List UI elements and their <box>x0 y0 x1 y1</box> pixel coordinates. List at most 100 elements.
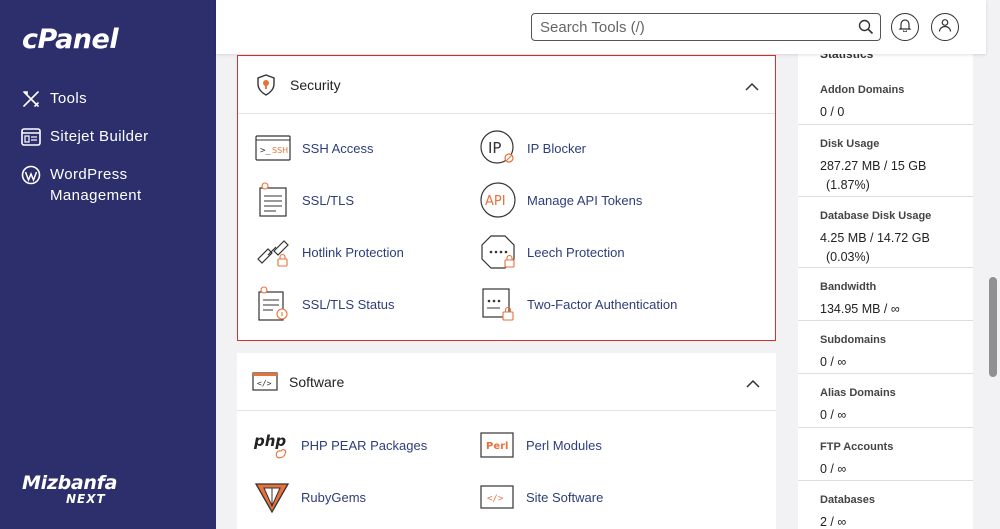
tool-php-pear[interactable]: php PHP PEAR Packages <box>253 426 427 464</box>
stat-label: Alias Domains <box>820 387 896 399</box>
panel-title: Security <box>290 76 341 93</box>
leech-icon <box>479 233 517 271</box>
stat-label: Addon Domains <box>820 84 905 96</box>
top-header <box>216 0 986 54</box>
tool-label: SSL/TLS <box>302 192 355 208</box>
shield-icon <box>253 72 279 98</box>
software-panel: </> Software php PHP PEAR Packages Perl … <box>237 353 776 529</box>
stat-label: FTP Accounts <box>820 441 894 453</box>
tool-label: Manage API Tokens <box>527 192 643 208</box>
stat-value: 134.95 MB / ∞ <box>820 302 900 316</box>
statistics-panel: Statistics Addon Domains 0 / 0 Disk Usag… <box>798 30 973 529</box>
software-panel-header[interactable]: </> Software <box>237 353 776 411</box>
tool-label: SSL/TLS Status <box>302 296 395 312</box>
svg-text:php: php <box>253 432 286 450</box>
tools-icon <box>20 88 42 110</box>
brand-line2: NEXT <box>66 492 106 506</box>
wordpress-icon <box>20 164 42 186</box>
tool-site-software[interactable]: </> Site Software <box>478 478 603 516</box>
tool-ssh-access[interactable]: >_ SSH SSH Access <box>254 129 374 167</box>
api-icon: API <box>479 181 517 219</box>
svg-text:</>: </> <box>257 379 272 388</box>
stat-value: 2 / ∞ <box>820 515 847 529</box>
stat-databases: Databases 2 / ∞ <box>798 480 973 529</box>
stat-value: 0 / ∞ <box>820 462 847 476</box>
tool-label: Perl Modules <box>526 437 602 453</box>
sidebar-item-label: WordPress Management <box>50 166 142 204</box>
panel-title: Software <box>289 373 345 390</box>
ssl-tls-icon <box>254 181 292 219</box>
sitejet-icon <box>20 126 42 148</box>
sidebar-item-wordpress[interactable]: WordPress Management <box>20 160 210 210</box>
brand-line1: Mizbanfa <box>22 472 118 494</box>
chevron-up-icon[interactable] <box>746 375 760 393</box>
stat-value: 4.25 MB / 14.72 GB <box>820 231 930 245</box>
tool-label: PHP PEAR Packages <box>301 437 428 453</box>
sidebar: cPanel Tools Sitejet Builder WordPress M… <box>0 0 216 529</box>
bell-icon <box>898 18 912 37</box>
stat-label: Databases <box>820 494 876 506</box>
user-icon <box>938 18 952 37</box>
stat-value: 287.27 MB / 15 GB <box>820 159 927 173</box>
php-icon: php <box>253 426 291 464</box>
tool-label: Two-Factor Authentication <box>527 296 678 312</box>
sidebar-item-sitejet[interactable]: Sitejet Builder <box>20 122 210 152</box>
tool-label: Site Software <box>526 489 604 505</box>
code-window-icon: </> <box>252 369 278 395</box>
scrollbar-thumb[interactable] <box>989 277 997 377</box>
stat-disk-usage: Disk Usage 287.27 MB / 15 GB (1.87%) <box>798 124 973 194</box>
ruby-icon <box>253 478 291 516</box>
stat-label: Bandwidth <box>820 281 877 293</box>
search-box <box>531 13 881 41</box>
security-panel-header[interactable]: Security <box>238 56 775 114</box>
stat-value: 0 / ∞ <box>820 408 847 422</box>
stat-addon-domains: Addon Domains 0 / 0 <box>798 71 973 122</box>
tool-label: Leech Protection <box>527 244 625 260</box>
stat-percent: (1.87%) <box>826 178 870 192</box>
stat-label: Database Disk Usage <box>820 210 932 222</box>
tool-perl-modules[interactable]: Perl Perl Modules <box>478 426 602 464</box>
search-icon[interactable] <box>858 19 874 40</box>
stat-alias-domains: Alias Domains 0 / ∞ <box>798 373 973 425</box>
security-panel: Security >_ SSH SSH Access IP IP Blocker … <box>237 55 776 341</box>
hotlink-icon <box>254 233 292 271</box>
tool-manage-api-tokens[interactable]: API Manage API Tokens <box>479 181 642 219</box>
tool-rubygems[interactable]: RubyGems <box>253 478 366 516</box>
svg-text:API: API <box>485 194 506 209</box>
stat-percent: (0.03%) <box>826 250 870 264</box>
stat-label: Subdomains <box>820 334 887 346</box>
tool-two-factor-auth[interactable]: Two-Factor Authentication <box>479 285 677 323</box>
svg-text:SSH: SSH <box>272 146 288 155</box>
stat-subdomains: Subdomains 0 / ∞ <box>798 320 973 372</box>
user-menu-button[interactable] <box>931 13 959 41</box>
tool-label: SSH Access <box>302 140 374 156</box>
stat-value: 0 / ∞ <box>820 355 847 369</box>
tool-ssl-tls[interactable]: SSL/TLS <box>254 181 354 219</box>
sidebar-item-tools[interactable]: Tools <box>20 84 210 114</box>
notifications-button[interactable] <box>891 13 919 41</box>
stat-ftp-accounts: FTP Accounts 0 / ∞ <box>798 427 973 479</box>
tool-label: IP Blocker <box>527 140 587 156</box>
svg-text:IP: IP <box>488 139 501 157</box>
search-input[interactable] <box>532 14 842 40</box>
ssh-icon: >_ SSH <box>254 129 292 167</box>
sidebar-item-label: Sitejet Builder <box>50 128 149 145</box>
stat-label: Disk Usage <box>820 138 880 150</box>
chevron-up-icon[interactable] <box>745 78 759 96</box>
tool-label: Hotlink Protection <box>302 244 404 260</box>
tool-leech-protection[interactable]: Leech Protection <box>479 233 625 271</box>
sidebar-item-label: Tools <box>50 90 88 107</box>
cpanel-logo[interactable]: cPanel <box>22 24 119 55</box>
perl-icon: Perl <box>478 426 516 464</box>
tool-ip-blocker[interactable]: IP IP Blocker <box>479 129 586 167</box>
stat-value: 0 / 0 <box>820 105 845 119</box>
two-factor-icon <box>479 285 517 323</box>
tool-ssl-tls-status[interactable]: SSL/TLS Status <box>254 285 395 323</box>
tool-hotlink-protection[interactable]: Hotlink Protection <box>254 233 404 271</box>
ssl-status-icon <box>254 285 292 323</box>
page-scrollbar[interactable] <box>987 0 1000 529</box>
sidebar-nav: Tools Sitejet Builder WordPress Manageme… <box>20 84 210 218</box>
site-software-icon: </> <box>478 478 516 516</box>
stat-database-disk-usage: Database Disk Usage 4.25 MB / 14.72 GB (… <box>798 196 973 266</box>
svg-text:>_: >_ <box>260 146 271 156</box>
